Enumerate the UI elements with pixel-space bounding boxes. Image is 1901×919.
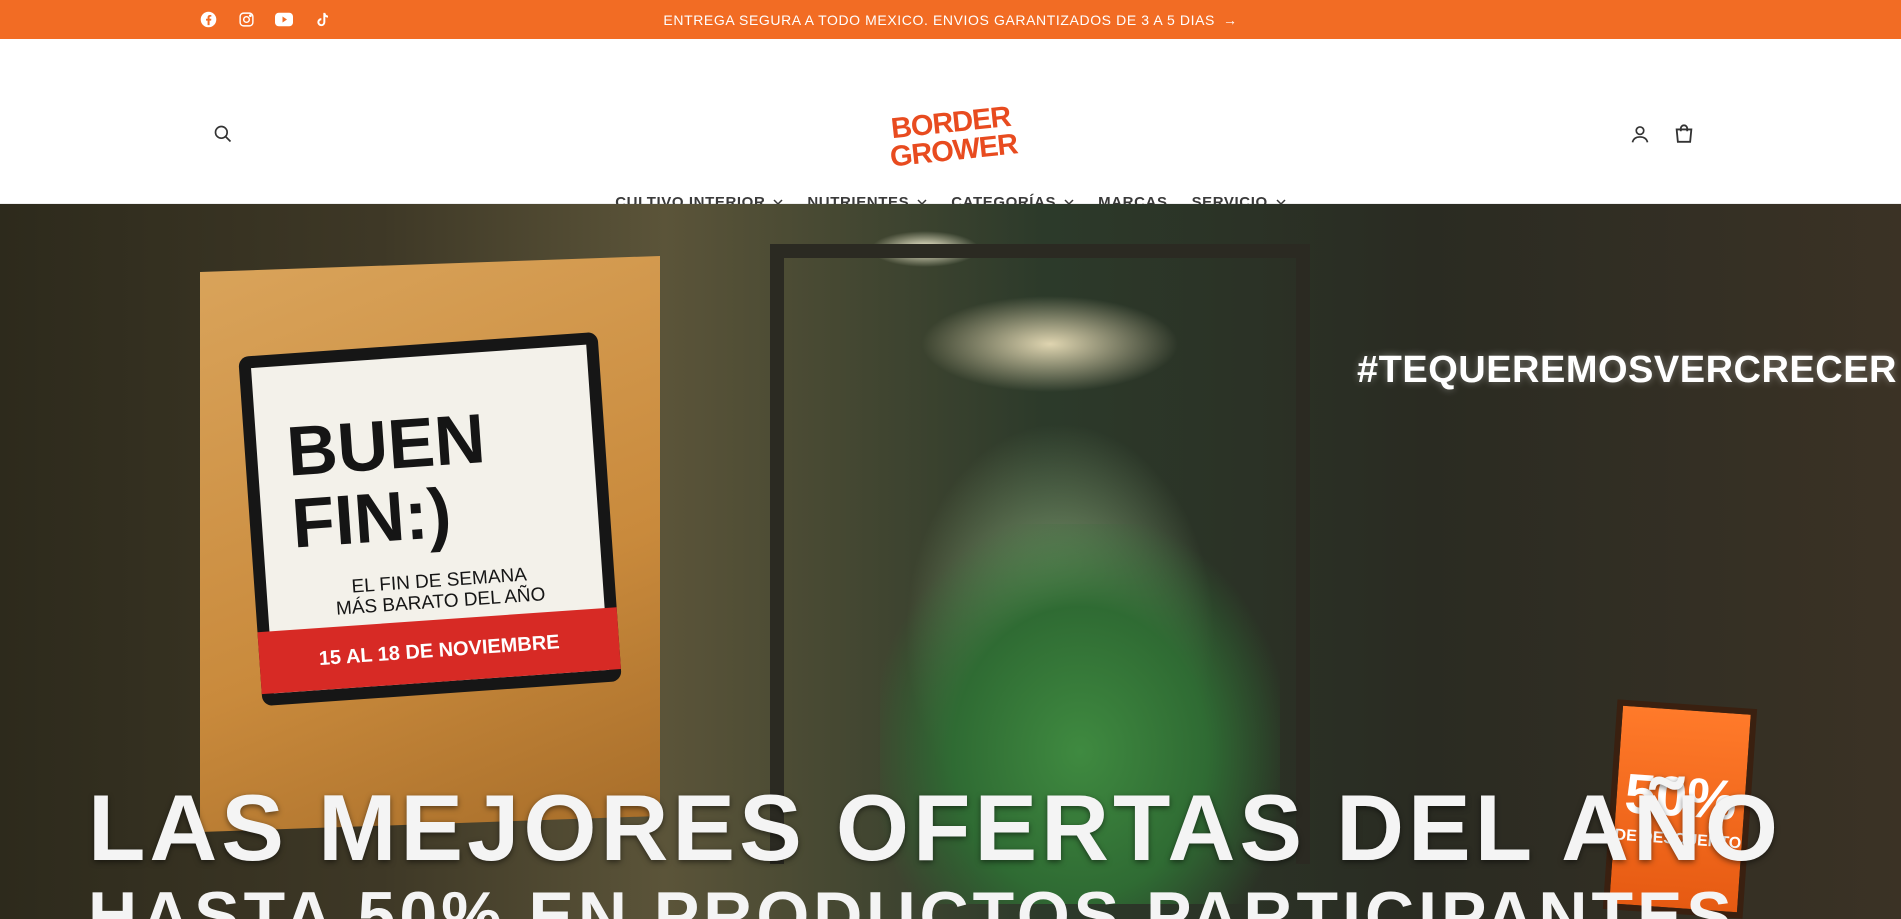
hero-subheadline: HASTA 50% EN PRODUCTOS PARTICIPANTES [88,878,1736,919]
youtube-icon[interactable] [275,11,293,29]
buen-fin-poster: BUEN FIN:) EL FIN DE SEMANA MÁS BARATO D… [238,331,622,707]
site-header: BORDER GROWER CULTIVO INTERIOR NUTRIENTE… [0,39,1901,211]
poster-dates: 15 AL 18 DE NOVIEMBRE [257,607,621,695]
cart-icon[interactable] [1671,121,1697,147]
poster-title-line-1: BUEN [284,399,488,491]
arrow-right-icon: → [1222,11,1238,28]
instagram-icon[interactable] [237,11,255,29]
announcement-bar: ENTREGA SEGURA A TODO MEXICO. ENVIOS GAR… [0,0,1901,39]
logo[interactable]: BORDER GROWER [880,101,1024,174]
poster-subtitle: EL FIN DE SEMANA MÁS BARATO DEL AÑO [334,563,546,619]
facebook-icon[interactable] [199,11,217,29]
poster-title: BUEN FIN:) [284,399,492,563]
hero-banner[interactable]: BUEN FIN:) EL FIN DE SEMANA MÁS BARATO D… [0,204,1901,919]
announcement-link[interactable]: ENTREGA SEGURA A TODO MEXICO. ENVIOS GAR… [663,12,1237,28]
hero-headline: LAS MEJORES OFERTAS DEL AÑO [88,775,1782,880]
social-links [199,0,331,39]
tiktok-icon[interactable] [313,11,331,29]
account-icon[interactable] [1627,121,1653,147]
search-icon[interactable] [210,121,236,147]
poster-title-line-2: FIN:) [289,473,454,563]
hero-hashtag: #TEQUEREMOSVERCRECER [1357,349,1897,391]
announcement-text: ENTREGA SEGURA A TODO MEXICO. ENVIOS GAR… [663,11,1215,28]
